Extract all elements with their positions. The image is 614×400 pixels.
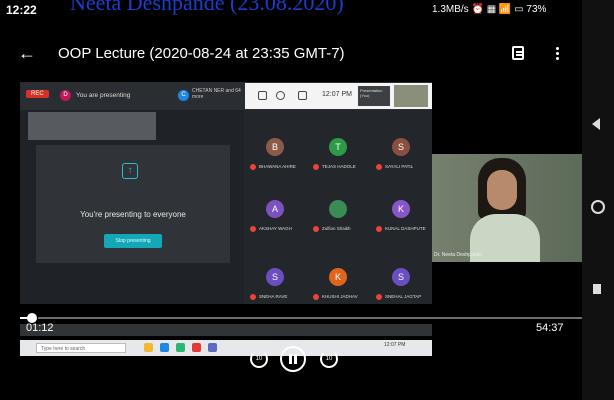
current-time: 01:12	[26, 322, 54, 334]
system-indicators: 1.3MB/s ⏰ ▦ 📶 ▭ 73%	[432, 4, 546, 15]
video-title: OOP Lecture (2020-08-24 at 23:35 GMT-7)	[58, 45, 345, 62]
taskbar-app-icon	[144, 343, 153, 352]
share-message: You're presenting to everyone	[80, 210, 186, 219]
participant-name: SNEHAL JAGTAP	[385, 294, 422, 299]
stop-presenting-button: Stop presenting	[104, 234, 162, 248]
battery-icon: ▭	[514, 4, 524, 15]
total-time: 54:37	[536, 322, 564, 334]
presentation-chip: Presentation (You)	[358, 86, 390, 106]
muted-mic-icon	[250, 164, 256, 170]
participant-avatar: S	[392, 138, 410, 156]
participant-avatar: S	[392, 268, 410, 286]
participant-name: BHAWANA AHIRE	[259, 164, 296, 169]
participant-name: SNEHA RAVE	[259, 294, 288, 299]
back-arrow-icon[interactable]: ←	[18, 44, 36, 62]
taskbar-app-icon	[208, 343, 217, 352]
muted-mic-icon	[250, 294, 256, 300]
camera-name: Dr. Neeta Deshpande	[434, 252, 483, 258]
presenter-avatar: D	[60, 90, 71, 101]
participant-name: Zulfion Shaikh	[322, 226, 351, 231]
more-options-icon[interactable]	[556, 47, 559, 50]
presenter-thumbnail	[394, 85, 428, 107]
muted-mic-icon	[313, 294, 319, 300]
taskbar-clock: 12:07 PM	[384, 342, 406, 348]
speaker-face	[487, 170, 517, 210]
muted-mic-icon	[376, 164, 382, 170]
participant-name: SAYALI PATIL	[385, 164, 414, 169]
participant-avatar: K	[329, 268, 347, 286]
chat-icon	[298, 91, 307, 100]
taskbar-app-icon	[176, 343, 185, 352]
participant-avatar: C	[178, 90, 189, 101]
taskbar-search: Type here to search	[36, 343, 126, 353]
nav-home-icon[interactable]	[591, 200, 605, 214]
participant-name: KHUSHI JADHAV	[322, 294, 358, 299]
participant-name: TEJAS HADOLE	[322, 164, 356, 169]
participant-avatar: S	[266, 268, 284, 286]
grid-layout-icon	[258, 91, 267, 100]
participant-name: KUNAL DASHPUTE	[385, 226, 426, 231]
participant-name: AKSHAY WAGH	[259, 226, 292, 231]
participant-avatar: A	[266, 200, 284, 218]
recording-badge: REC	[26, 90, 49, 98]
taskbar-app-icon	[192, 343, 201, 352]
participant-avatar	[329, 200, 347, 218]
shared-window-thumbnail	[28, 112, 156, 140]
participant-avatar: T	[329, 138, 347, 156]
overlay-title: Neeta Deshpande (23.08.2020)	[70, 0, 344, 15]
participants-label: CHETAN NER and 64 more	[192, 88, 241, 100]
presenting-status: You are presenting	[76, 92, 131, 99]
network-speed: 1.3MB/s	[432, 4, 469, 15]
participant-avatar: K	[392, 200, 410, 218]
taskbar-app-icon	[160, 343, 169, 352]
muted-mic-icon	[376, 294, 382, 300]
share-screen-icon: ↑	[122, 163, 138, 179]
participant-avatar: B	[266, 138, 284, 156]
pause-icon[interactable]	[280, 346, 306, 372]
muted-mic-icon	[313, 226, 319, 232]
progress-track[interactable]	[38, 317, 582, 319]
nav-back-icon[interactable]	[592, 118, 600, 130]
muted-mic-icon	[313, 164, 319, 170]
battery-level: 73%	[526, 4, 547, 15]
clock: 12:22	[6, 3, 37, 17]
nav-recents-icon[interactable]	[593, 284, 601, 294]
muted-mic-icon	[376, 226, 382, 232]
people-icon	[276, 91, 285, 100]
meeting-clock: 12:07 PM	[322, 91, 352, 98]
forward-icon[interactable]: 10	[320, 350, 338, 368]
muted-mic-icon	[250, 226, 256, 232]
status-icons: ⏰ ▦ 📶	[471, 4, 515, 15]
notes-icon[interactable]	[512, 46, 524, 60]
rewind-icon[interactable]: 10	[250, 350, 268, 368]
browser-tabs-bar	[20, 324, 432, 336]
